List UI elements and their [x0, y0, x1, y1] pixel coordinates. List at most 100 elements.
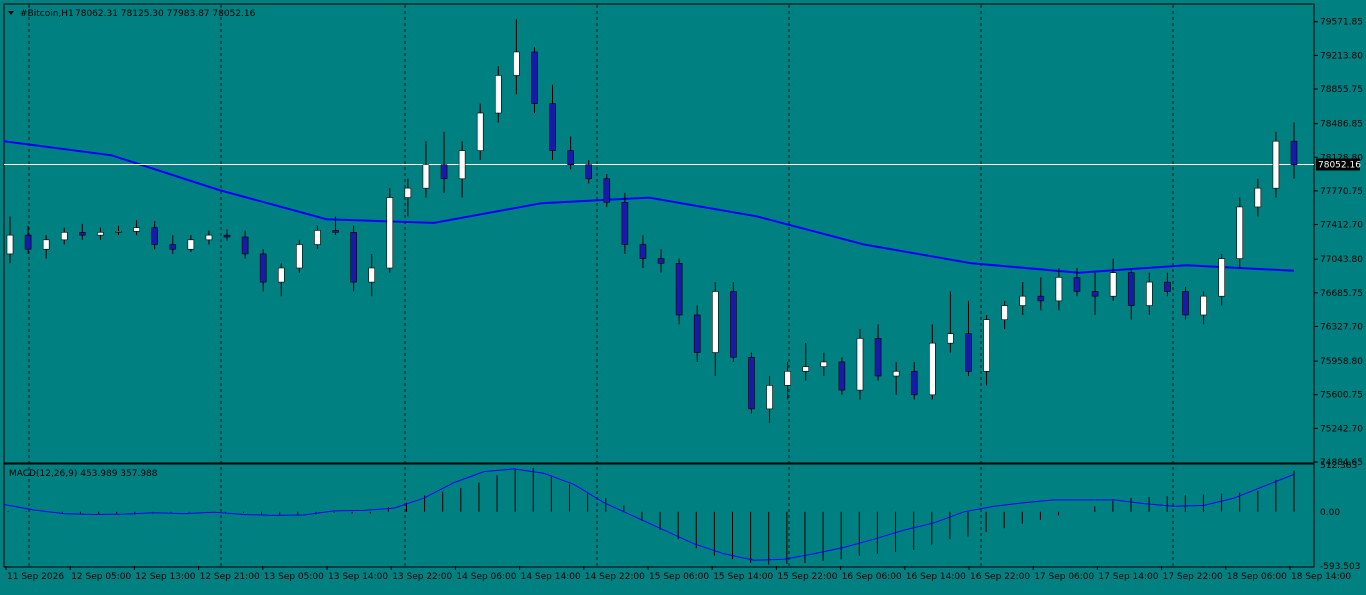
candle-body [458, 150, 466, 180]
candle-body [386, 197, 394, 269]
x-tick-label: 17 Sep 22:00 [1163, 572, 1223, 582]
candle-body [332, 230, 339, 233]
candle-body [422, 164, 430, 189]
y-tick-label: 77770.75 [1320, 187, 1363, 197]
x-tick-label: 12 Sep 13:00 [135, 572, 195, 582]
y-tick-label: 75600.75 [1320, 391, 1363, 401]
candle-body [494, 75, 502, 114]
x-tick-label: 15 Sep 22:00 [777, 572, 837, 582]
chart-symbol-label: #Bitcoin,H1 [20, 9, 74, 19]
candle-body [1254, 187, 1262, 208]
x-tick-label: 13 Sep 14:00 [328, 572, 388, 582]
x-tick-label: 16 Sep 14:00 [906, 572, 966, 582]
macd-y-tick-label: 0.00 [1320, 508, 1340, 518]
candle-body [983, 319, 990, 372]
candle-body [766, 385, 773, 410]
y-tick-label: 79571.85 [1320, 18, 1363, 28]
candle-body [79, 232, 86, 236]
candle-body [585, 164, 593, 180]
candle-body [350, 232, 357, 283]
candle-body [513, 51, 520, 76]
candle-body [820, 361, 828, 367]
y-tick-label: 76685.75 [1320, 289, 1363, 299]
x-tick-label: 14 Sep 22:00 [585, 572, 645, 582]
macd-y-tick-label: -593.503 [1320, 562, 1360, 572]
candle-body [1109, 272, 1117, 297]
x-tick-label: 18 Sep 06:00 [1227, 572, 1287, 582]
candle-body [314, 230, 321, 245]
candle-body [6, 234, 14, 255]
candle-body [97, 232, 104, 236]
macd-y-tick-label: 512.383 [1320, 461, 1357, 471]
x-tick-label: 18 Sep 14:00 [1291, 572, 1351, 582]
candle-body [730, 291, 737, 358]
x-tick-label: 16 Sep 22:00 [970, 572, 1030, 582]
candle-body [748, 356, 755, 410]
x-tick-label: 16 Sep 06:00 [842, 572, 902, 582]
candle-body [223, 234, 231, 238]
candle-body [1164, 281, 1171, 292]
candle-body [603, 178, 611, 203]
candle-body [1001, 305, 1008, 320]
x-tick-label: 13 Sep 22:00 [392, 572, 452, 582]
candle-body [187, 239, 195, 250]
x-tick-label: 17 Sep 06:00 [1034, 572, 1094, 582]
candle-body [440, 164, 448, 180]
candle-body [151, 227, 158, 245]
candle-body [133, 227, 140, 232]
candle-body [1272, 140, 1280, 189]
candle-body [1236, 206, 1244, 259]
candle-body [277, 267, 285, 283]
candle-body [802, 366, 810, 372]
y-tick-label: 77043.80 [1320, 255, 1363, 265]
candle-body [549, 103, 556, 151]
candle-body [693, 314, 701, 353]
candle-body [205, 234, 213, 241]
chart-ohlc-label: 78062.31 78125.30 77983.87 78052.16 [75, 9, 256, 19]
candle-body [1290, 140, 1298, 165]
chart-window: 79571.85 79213.80 78855.75 78486.85 78128.80… [0, 0, 1366, 591]
candle-body [621, 201, 629, 245]
candle-body [24, 234, 32, 250]
candle-body [874, 338, 882, 377]
candle-body [892, 371, 900, 377]
x-tick-label: 13 Sep 05:00 [264, 572, 324, 582]
candle-body [404, 187, 412, 198]
candle-body [1019, 295, 1027, 306]
candle-body [259, 253, 267, 283]
candle-body [1127, 272, 1135, 306]
x-tick-label: 15 Sep 14:00 [713, 572, 773, 582]
candle-body [476, 112, 484, 151]
candle-body [1073, 277, 1081, 292]
candle-body [1182, 291, 1189, 316]
candle-body [567, 150, 574, 165]
candle-body [856, 338, 864, 391]
candle-body [42, 239, 50, 250]
x-tick-label: 11 Sep 2026 [7, 572, 64, 582]
y-tick-label: 75958.80 [1320, 357, 1363, 367]
candle-body [296, 244, 303, 269]
candle-body [1200, 295, 1207, 316]
y-tick-label: 77412.70 [1320, 221, 1363, 231]
current-price-label: 78052.16 [1318, 160, 1361, 170]
x-tick-label: 15 Sep 06:00 [649, 572, 709, 582]
candle-body [639, 244, 647, 259]
y-tick-label: 76327.70 [1320, 322, 1363, 332]
y-tick-label: 78486.85 [1320, 120, 1363, 130]
candle-body [169, 244, 177, 250]
candle-body [657, 258, 665, 264]
y-tick-label: 75242.70 [1320, 424, 1363, 434]
candle-body [838, 361, 846, 391]
candle-body [711, 291, 719, 353]
candle-body [675, 263, 683, 316]
candle-body [947, 333, 954, 344]
chart-background [0, 0, 1366, 591]
candle-body [1091, 291, 1099, 297]
candle-body [531, 51, 538, 104]
x-tick-label: 12 Sep 21:00 [200, 572, 260, 582]
chart-svg[interactable]: 79571.8579213.8078855.7578486.8578128.80… [0, 0, 1366, 591]
candle-body [60, 232, 68, 241]
candle-body [368, 267, 375, 283]
candle-body [965, 333, 972, 372]
candle-body [1218, 258, 1225, 297]
